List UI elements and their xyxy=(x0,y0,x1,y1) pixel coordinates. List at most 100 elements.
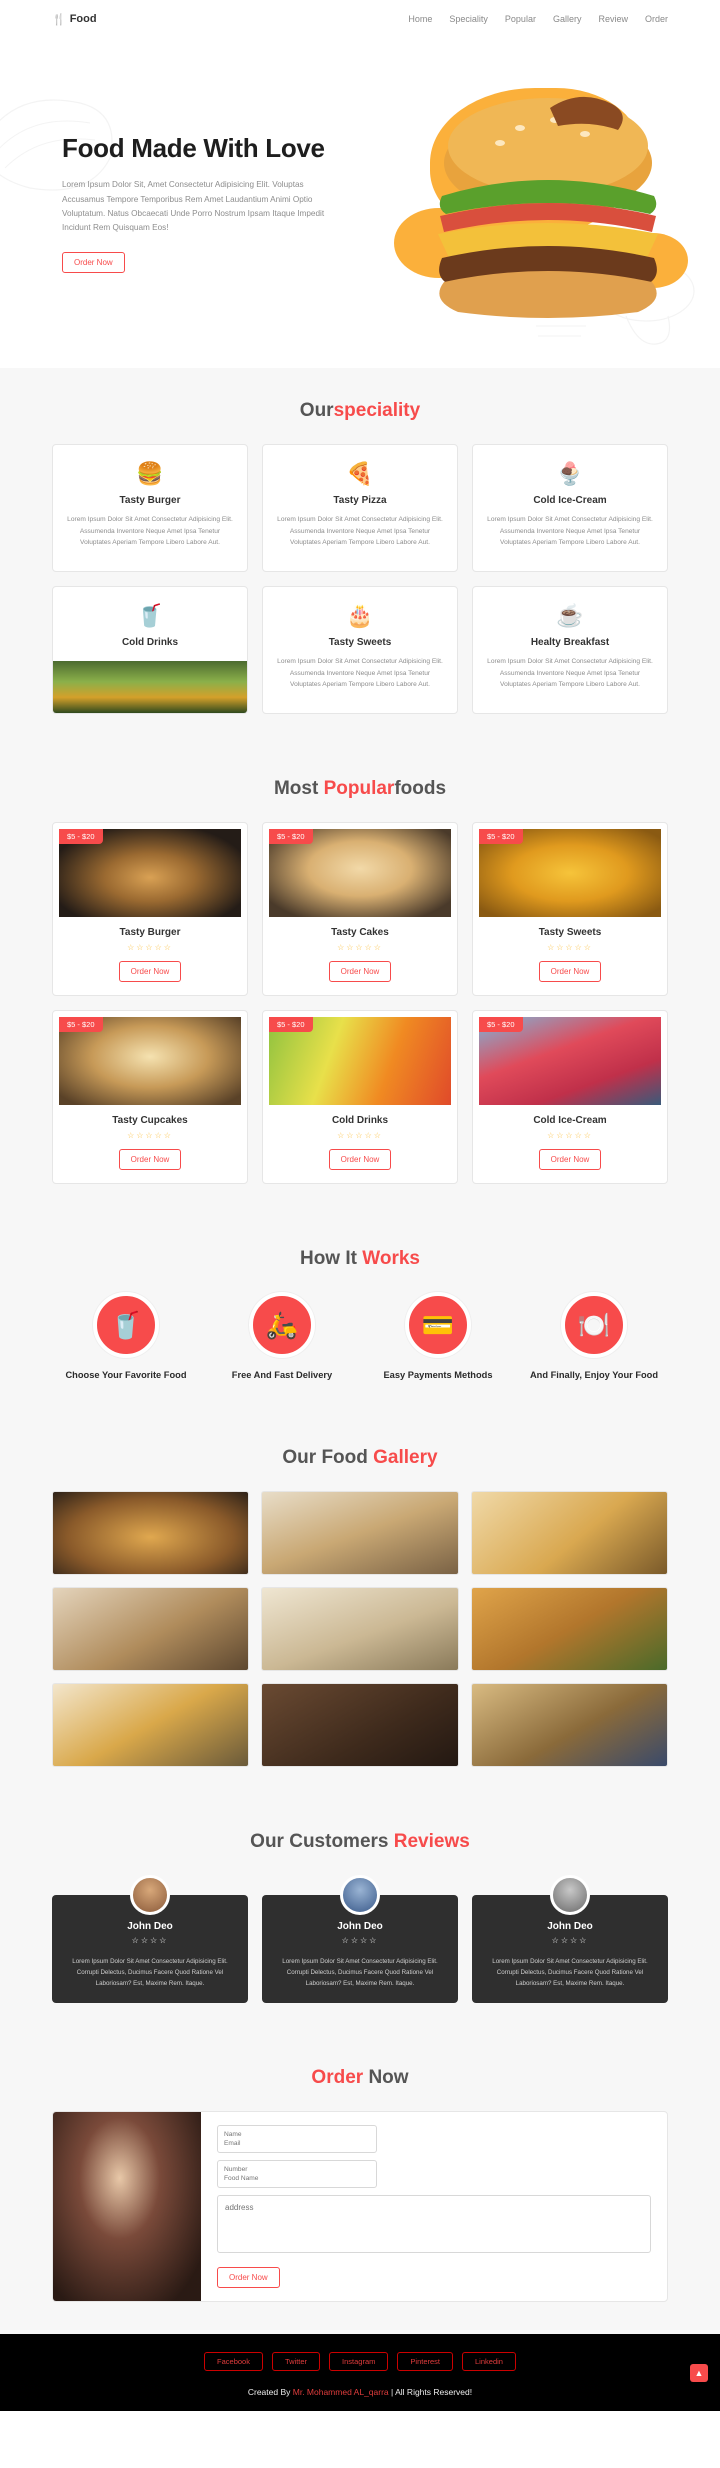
gallery-item-dumplings[interactable] xyxy=(261,1586,459,1671)
popular-grid: $5 - $20 Tasty Burger ☆☆☆☆☆ Order Now $5… xyxy=(52,822,668,1184)
popular-card-title: Tasty Burger xyxy=(119,927,181,938)
popular-card-title: Cold Drinks xyxy=(331,1115,389,1126)
nav-item-speciality[interactable]: Speciality xyxy=(449,14,488,24)
nav-item-gallery[interactable]: Gallery xyxy=(553,14,582,24)
speciality-card[interactable]: 🍨 Cold Ice-Cream Lorem Ipsum Dolor Sit A… xyxy=(472,444,668,572)
popular-card-title: Tasty Cupcakes xyxy=(112,1115,188,1126)
number-input[interactable] xyxy=(224,2165,370,2175)
popular-card[interactable]: $5 - $20 Tasty Cupcakes ☆☆☆☆☆ Order Now xyxy=(52,1010,248,1184)
popular-order-now-button[interactable]: Order Now xyxy=(118,1149,182,1170)
step-label: Choose Your Favorite Food xyxy=(65,1370,187,1380)
gallery-section: Our Food Gallery xyxy=(0,1414,720,1799)
popular-card-image: $5 - $20 xyxy=(479,829,661,917)
credit-suffix: | All Rights Reserved! xyxy=(388,2387,473,2398)
site-logo[interactable]: 🍴 Food xyxy=(52,13,97,26)
social-link-facebook[interactable]: Facebook xyxy=(204,2352,263,2372)
popular-card[interactable]: $5 - $20 Tasty Cakes ☆☆☆☆☆ Order Now xyxy=(262,822,458,996)
nav-item-popular[interactable]: Popular xyxy=(505,14,536,24)
heading-accent: Popular xyxy=(323,778,395,799)
review-card: John Deo ☆☆☆☆ Lorem Ipsum Dolor Sit Amet… xyxy=(52,1874,248,2004)
social-links: Facebook Twitter Instagram Pinterest Lin… xyxy=(0,2352,720,2372)
speciality-card[interactable]: ☕ Healty Breakfast Lorem Ipsum Dolor Sit… xyxy=(472,586,668,714)
scroll-to-top-button[interactable]: ▲ xyxy=(690,2364,708,2383)
name-email-group xyxy=(217,2125,377,2154)
step-label: Free And Fast Delivery xyxy=(231,1370,333,1380)
reviews-grid: John Deo ☆☆☆☆ Lorem Ipsum Dolor Sit Amet… xyxy=(52,1874,668,2004)
speciality-card[interactable]: 🎂 Tasty Sweets Lorem Ipsum Dolor Sit Ame… xyxy=(262,586,458,714)
address-textarea[interactable] xyxy=(217,2195,651,2254)
popular-order-now-button[interactable]: Order Now xyxy=(328,961,392,982)
gallery-item-pasta[interactable] xyxy=(470,1490,668,1575)
popular-card[interactable]: $5 - $20 Cold Ice-Cream ☆☆☆☆☆ Order Now xyxy=(472,1010,668,1184)
email-input[interactable] xyxy=(224,2139,370,2149)
step-item: 🍽️ And Finally, Enjoy Your Food xyxy=(520,1292,668,1383)
social-link-pinterest[interactable]: Pinterest xyxy=(397,2352,454,2372)
gallery-item-chocolates[interactable] xyxy=(261,1682,459,1767)
gallery-item-burger[interactable] xyxy=(52,1490,250,1575)
heading-plain-2: foods xyxy=(394,778,447,799)
speciality-card-text: Lorem Ipsum Dolor Sit Amet Consectetur A… xyxy=(277,658,443,689)
popular-order-now-button[interactable]: Order Now xyxy=(328,1149,392,1170)
rating-stars: ☆☆☆☆ xyxy=(341,1935,379,1945)
cutlery-icon: 🍴 xyxy=(52,13,66,26)
social-link-linkedin[interactable]: Linkedin xyxy=(462,2352,516,2372)
ice-cream-icon: 🍨 xyxy=(556,461,584,486)
price-badge: $5 - $20 xyxy=(59,1017,103,1032)
heading-plain: Our xyxy=(299,400,334,421)
nav-item-order[interactable]: Order xyxy=(645,14,668,24)
nav-item-home[interactable]: Home xyxy=(408,14,432,24)
speciality-section: Ourspeciality 🍔 Tasty Burger Lorem Ipsum… xyxy=(0,368,720,746)
avatar xyxy=(550,1874,590,1915)
popular-card[interactable]: $5 - $20 Tasty Sweets ☆☆☆☆☆ Order Now xyxy=(472,822,668,996)
popular-card[interactable]: $5 - $20 Tasty Burger ☆☆☆☆☆ Order Now xyxy=(52,822,248,996)
review-text: Lorem Ipsum Dolor Sit Amet Consectetur A… xyxy=(282,1957,438,1988)
popular-section: Most Popularfoods $5 - $20 Tasty Burger … xyxy=(0,746,720,1216)
order-form: Order Now xyxy=(201,2112,667,2301)
heading-plain: How It xyxy=(299,1248,363,1269)
price-badge: $5 - $20 xyxy=(269,1017,313,1032)
popular-order-now-button[interactable]: Order Now xyxy=(538,961,602,982)
how-it-works-section: How It Works 🥤 Choose Your Favorite Food… xyxy=(0,1216,720,1415)
price-badge: $5 - $20 xyxy=(479,1017,523,1032)
pizza-icon: 🍕 xyxy=(346,461,374,486)
gallery-item-breakfast[interactable] xyxy=(52,1682,250,1767)
speciality-card-title: Cold Drinks xyxy=(121,637,179,648)
name-input[interactable] xyxy=(224,2130,370,2140)
gallery-item-cupcakes[interactable] xyxy=(52,1586,250,1671)
waitress-photo xyxy=(53,2112,201,2302)
popular-card-image: $5 - $20 xyxy=(59,829,241,917)
heading-accent: Reviews xyxy=(393,1830,470,1852)
speciality-card[interactable]: 🍕 Tasty Pizza Lorem Ipsum Dolor Sit Amet… xyxy=(262,444,458,572)
order-submit-button[interactable]: Order Now xyxy=(217,2267,280,2289)
gallery-item-fried-chicken[interactable] xyxy=(470,1586,668,1671)
rating-stars: ☆☆☆☆☆ xyxy=(127,943,173,952)
speciality-card[interactable]: 🥤 Cold Drinks xyxy=(52,586,248,714)
heading-accent: Gallery xyxy=(373,1446,438,1468)
rating-stars: ☆☆☆☆ xyxy=(551,1935,589,1945)
step-item: 💳 Easy Payments Methods xyxy=(364,1292,512,1383)
gallery-item-granola-bars[interactable] xyxy=(470,1682,668,1767)
credit-prefix: Created By xyxy=(247,2387,293,2398)
popular-order-now-button[interactable]: Order Now xyxy=(538,1149,602,1170)
social-link-instagram[interactable]: Instagram xyxy=(329,2352,389,2372)
rating-stars: ☆☆☆☆☆ xyxy=(337,1131,383,1140)
coffee-icon: ☕ xyxy=(556,603,584,628)
drinks-icon: 🥤 xyxy=(136,603,164,628)
price-badge: $5 - $20 xyxy=(269,829,313,844)
avatar xyxy=(340,1874,380,1915)
hero-order-now-button[interactable]: Order Now xyxy=(62,251,125,273)
food-name-input[interactable] xyxy=(224,2174,370,2184)
social-link-twitter[interactable]: Twitter xyxy=(271,2352,321,2372)
popular-order-now-button[interactable]: Order Now xyxy=(118,961,182,982)
gallery-heading: Our Food Gallery xyxy=(52,1447,668,1469)
review-text: Lorem Ipsum Dolor Sit Amet Consectetur A… xyxy=(492,1957,648,1988)
speciality-card[interactable]: 🍔 Tasty Burger Lorem Ipsum Dolor Sit Ame… xyxy=(52,444,248,572)
nav-item-review[interactable]: Review xyxy=(598,14,628,24)
fast-food-icon: 🥤 xyxy=(93,1292,159,1358)
reviewer-name: John Deo xyxy=(127,1920,173,1932)
gallery-item-sandwich[interactable] xyxy=(261,1490,459,1575)
popular-card[interactable]: $5 - $20 Cold Drinks ☆☆☆☆☆ Order Now xyxy=(262,1010,458,1184)
burger-icon: 🍔 xyxy=(136,461,164,486)
heading-plain-1: Most xyxy=(273,778,324,799)
speciality-card-title: Tasty Sweets xyxy=(328,637,392,648)
